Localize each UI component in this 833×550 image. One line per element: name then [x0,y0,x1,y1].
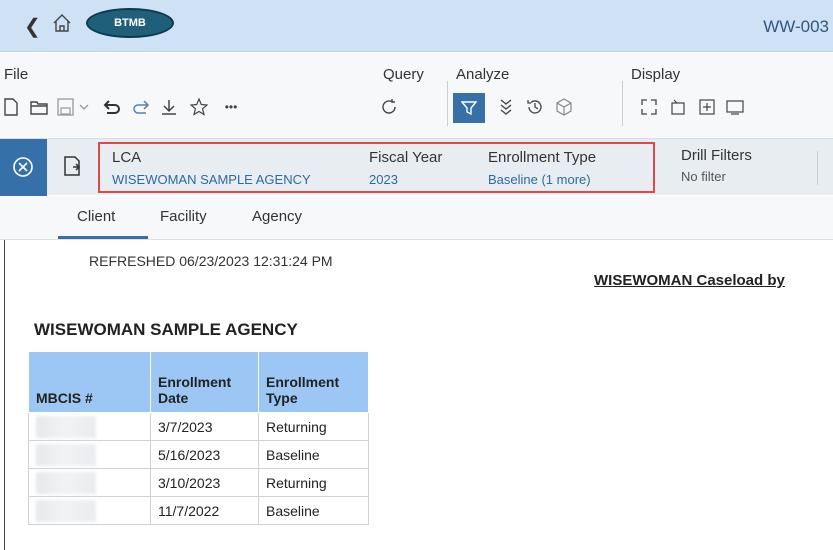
filter-bar: LCA WISEWOMAN SAMPLE AGENCY Fiscal Year … [0,138,833,196]
toggle-filter-panel-button[interactable] [0,139,47,196]
history-icon[interactable] [524,95,546,119]
document-filter-icon[interactable] [64,156,82,176]
company-logo: BTMB [86,8,174,38]
pin-icon[interactable] [668,95,690,119]
filter-icon[interactable] [453,93,485,123]
cube-icon[interactable] [553,95,575,119]
tab-client[interactable]: Client [77,208,115,225]
enrollment-date-cell: 3/7/2023 [150,412,259,441]
report-tabs: Client Facility Agency [0,196,833,240]
agency-title: WISEWOMAN SAMPLE AGENCY [34,320,298,339]
enrollment-date-cell: 11/7/2022 [150,496,259,525]
active-tab-indicator [58,236,148,239]
drill-icon[interactable] [495,95,517,119]
enrollment-date-cell: 3/10/2023 [150,468,259,497]
undo-icon[interactable] [101,95,123,119]
table-row: 5/16/2023 Baseline [28,440,369,469]
fiscal-year-filter-value[interactable]: 2023 [369,172,398,187]
mbcis-cell-redacted [28,496,151,525]
caseload-table: MBCIS # Enrollment Date Enrollment Type … [28,351,369,525]
mbcis-cell-redacted [28,440,151,469]
redo-icon[interactable] [130,95,152,119]
tab-agency[interactable]: Agency [252,208,302,225]
present-icon[interactable] [724,95,746,119]
enrollment-type-filter-value[interactable]: Baseline (1 more) [488,172,591,187]
new-document-icon[interactable] [0,95,22,119]
toolbar: File Query Analyze Display ••• [0,53,833,137]
fullscreen-icon[interactable] [638,95,660,119]
column-header-enrollment-date: Enrollment Date [150,351,259,413]
menu-query[interactable]: Query [383,66,424,83]
tab-facility[interactable]: Facility [160,208,207,225]
enrollment-type-cell: Baseline [258,496,369,525]
table-row: 3/10/2023 Returning [28,468,369,497]
favorite-icon[interactable] [188,95,210,119]
drill-filters-value: No filter [681,169,726,184]
open-folder-icon[interactable] [28,95,50,119]
enrollment-type-cell: Returning [258,412,369,441]
mbcis-cell-redacted [28,412,151,441]
table-row: 11/7/2022 Baseline [28,496,369,525]
save-icon[interactable] [56,95,94,119]
clear-filter-icon [13,157,33,177]
download-icon[interactable] [158,95,180,119]
mbcis-cell-redacted [28,468,151,497]
menu-analyze[interactable]: Analyze [456,66,509,83]
enrollment-type-cell: Baseline [258,440,369,469]
lca-filter-value[interactable]: WISEWOMAN SAMPLE AGENCY [112,172,311,187]
app-title-bar: ❮ BTMB WW-003 [0,0,833,52]
column-header-mbcis: MBCIS # [28,351,151,413]
fiscal-year-filter-label: Fiscal Year [369,149,443,166]
home-icon[interactable] [51,12,73,34]
table-row: 3/7/2023 Returning [28,412,369,441]
more-icon[interactable]: ••• [220,95,242,119]
table-header-row: MBCIS # Enrollment Date Enrollment Type [28,351,369,413]
column-header-enrollment-type: Enrollment Type [258,351,369,413]
refreshed-timestamp: REFRESHED 06/23/2023 12:31:24 PM [89,253,333,269]
report-title: WISEWOMAN Caseload by [594,272,785,289]
menu-display[interactable]: Display [631,66,680,83]
enrollment-type-cell: Returning [258,468,369,497]
insert-icon[interactable] [696,95,718,119]
document-title: WW-003 [763,17,829,36]
enrollment-date-cell: 5/16/2023 [150,440,259,469]
menu-file[interactable]: File [4,66,28,83]
lca-filter-label: LCA [112,149,142,166]
back-icon[interactable]: ❮ [24,14,41,39]
refresh-icon[interactable] [378,95,400,119]
enrollment-type-filter-label: Enrollment Type [488,149,597,166]
drill-filters-label: Drill Filters [681,147,752,164]
